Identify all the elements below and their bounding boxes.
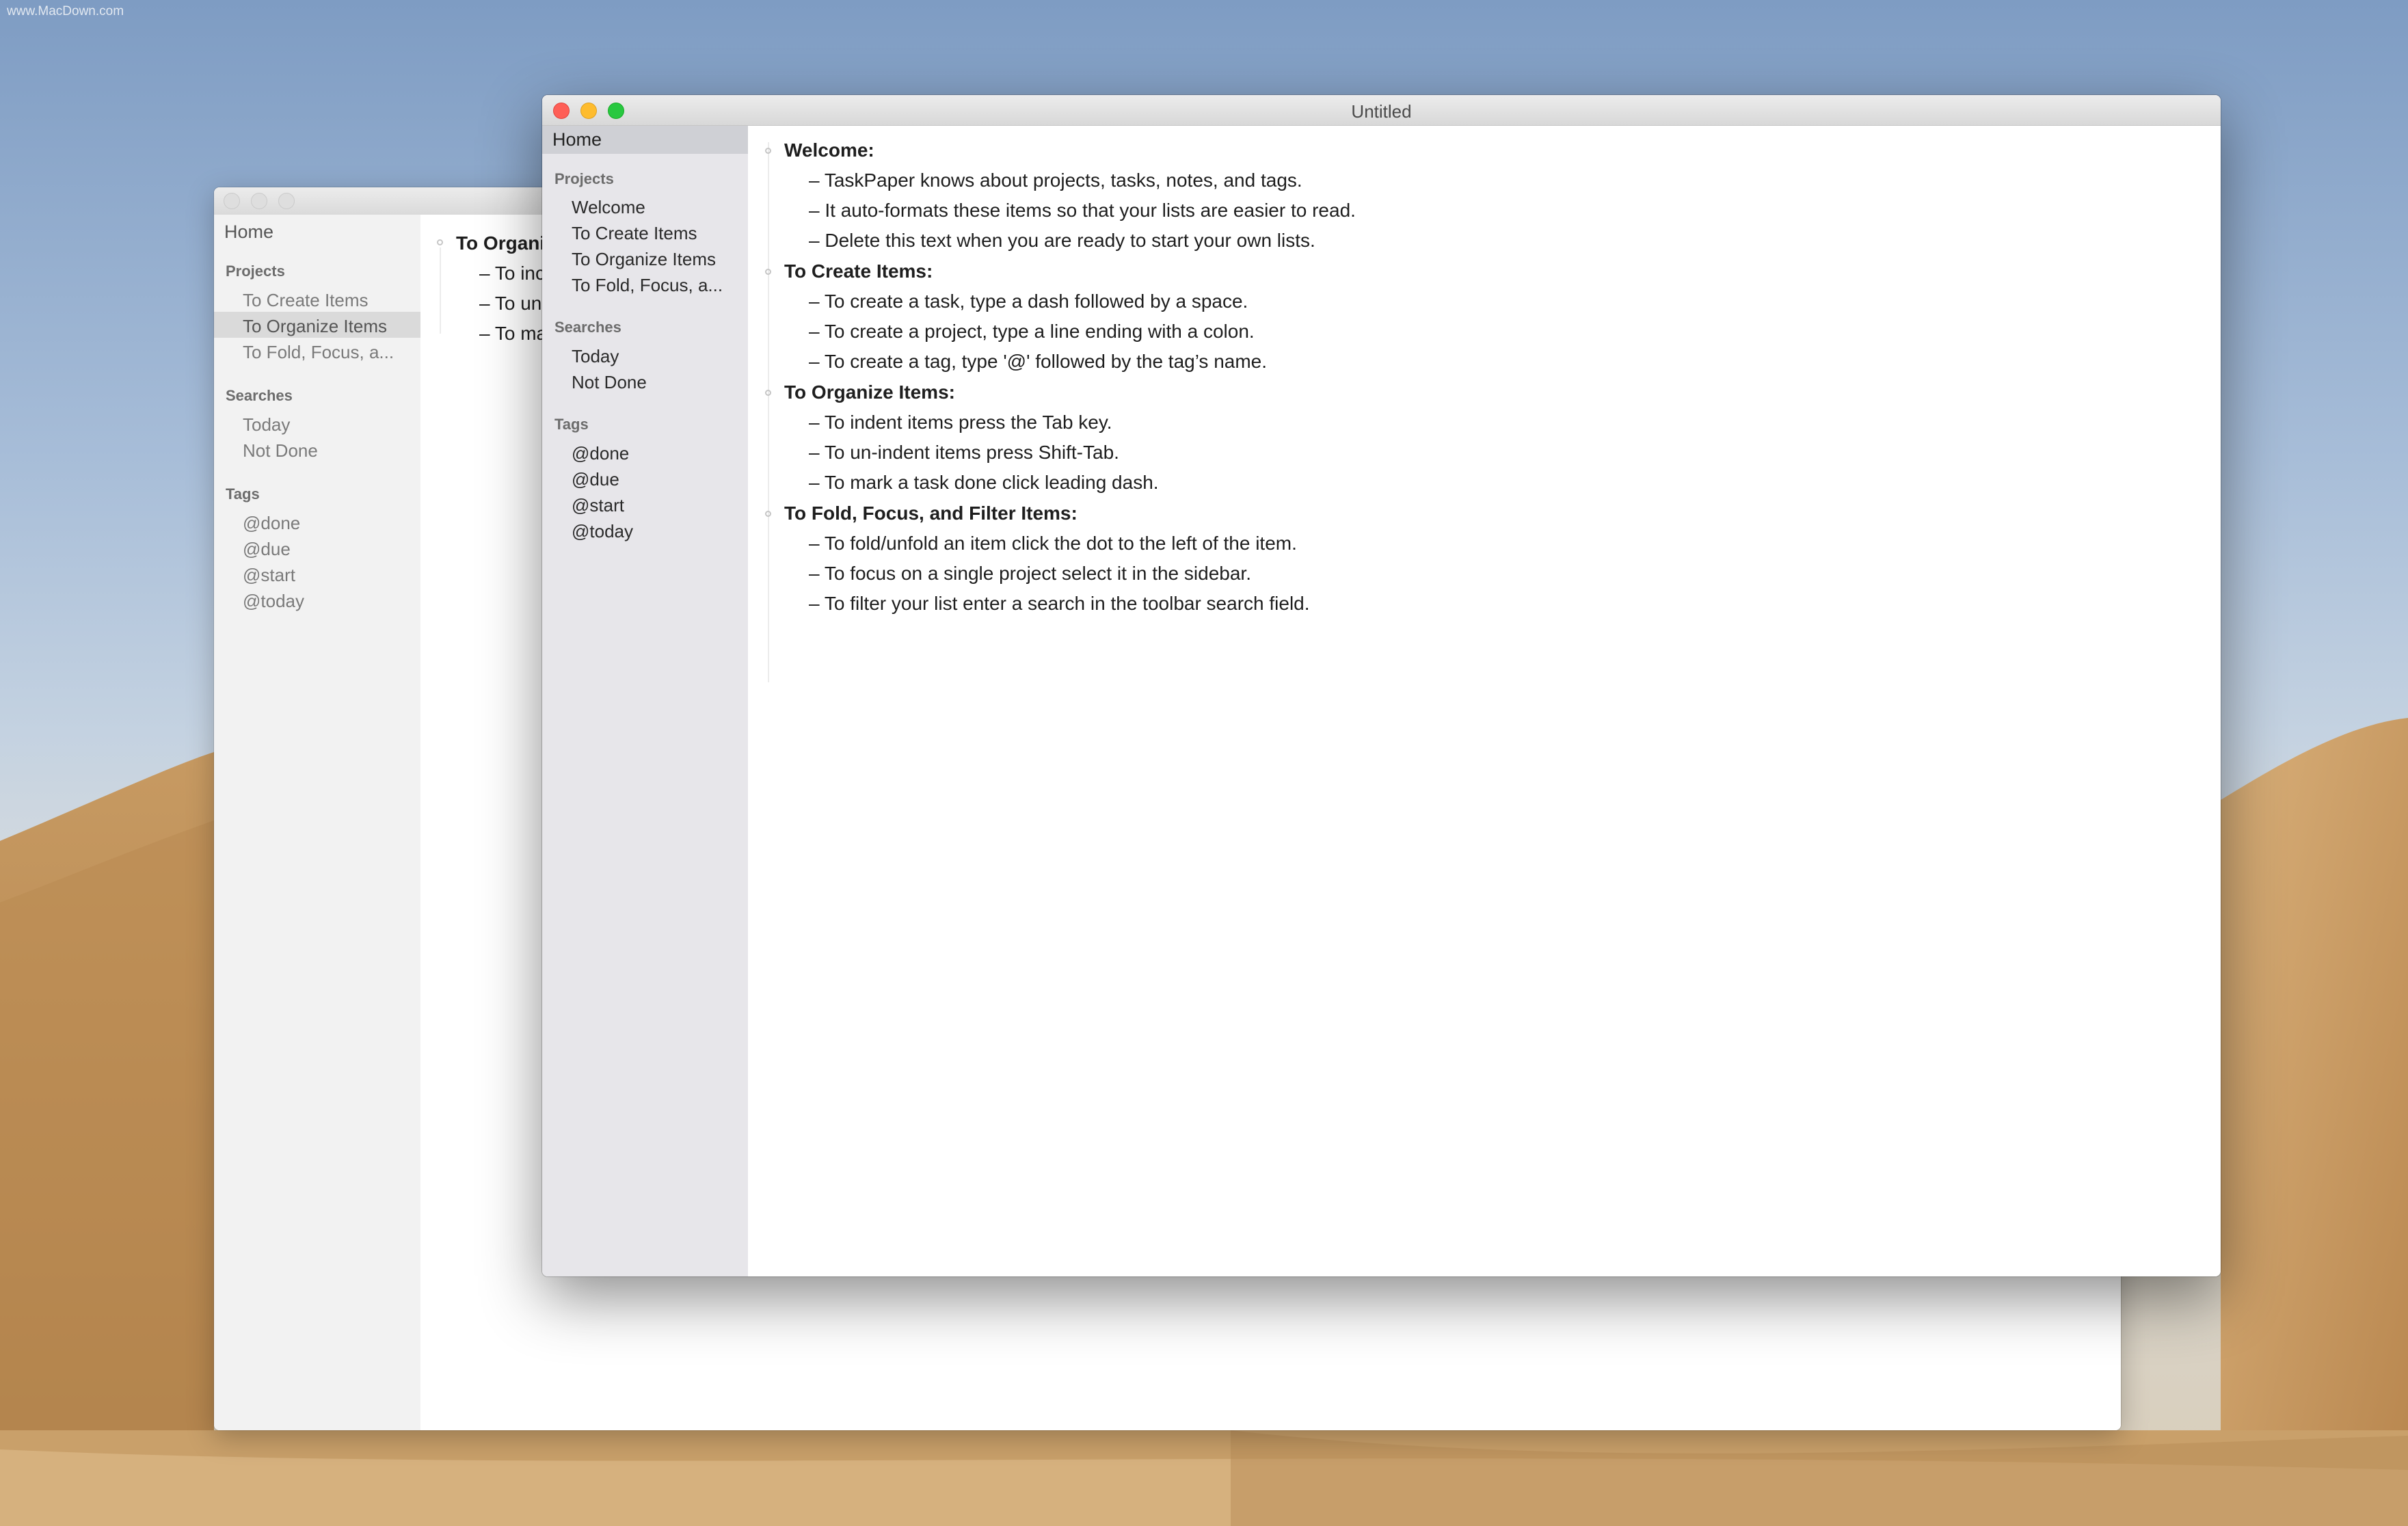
indent-guide — [768, 142, 769, 682]
task-line[interactable]: – TaskPaper knows about projects, tasks,… — [809, 170, 1302, 191]
sidebar-tag-done[interactable]: @done — [243, 513, 300, 534]
watermark-text: www.MacDown.com — [7, 4, 124, 18]
tags-heading: Tags — [554, 416, 589, 433]
task-line[interactable]: – To indent items press the Tab key. — [809, 412, 1112, 433]
back-sidebar: Home Projects To Create Items To Organiz… — [214, 215, 421, 1430]
task-line[interactable]: – To create a tag, type '@' followed by … — [809, 351, 1267, 373]
sidebar-item-organize[interactable]: To Organize Items — [572, 249, 716, 270]
sidebar-item-today[interactable]: Today — [572, 346, 619, 367]
sidebar-item-create[interactable]: To Create Items — [243, 290, 369, 311]
sidebar-item-fold[interactable]: To Fold, Focus, a... — [572, 275, 723, 296]
front-editor[interactable]: Welcome: – TaskPaper knows about project… — [748, 126, 2221, 1276]
sidebar-tag-due[interactable]: @due — [572, 469, 619, 490]
fold-dot-icon[interactable] — [765, 390, 771, 396]
sidebar-tag-today[interactable]: @today — [243, 591, 304, 612]
fold-dot-icon[interactable] — [765, 148, 771, 154]
indent-guide — [440, 247, 441, 334]
task-line[interactable]: – To focus on a single project select it… — [809, 563, 1251, 585]
task-line[interactable]: – To un — [479, 293, 541, 314]
project-welcome[interactable]: Welcome: — [784, 139, 874, 161]
task-line[interactable]: – To ma — [479, 323, 547, 345]
searches-heading: Searches — [554, 319, 621, 336]
task-line[interactable]: – To fold/unfold an item click the dot t… — [809, 533, 1297, 554]
sidebar-item-welcome[interactable]: Welcome — [572, 197, 645, 218]
task-line[interactable]: – To mark a task done click leading dash… — [809, 472, 1159, 494]
sidebar-tag-due[interactable]: @due — [243, 539, 291, 560]
task-line[interactable]: – It auto-formats these items so that yo… — [809, 200, 1356, 222]
fold-dot-icon[interactable] — [765, 269, 771, 275]
sidebar-item-create[interactable]: To Create Items — [572, 223, 697, 244]
projects-heading: Projects — [226, 263, 285, 280]
task-line[interactable]: – To create a task, type a dash followed… — [809, 291, 1248, 312]
front-window[interactable]: Untitled Home Projects Welcome To Create… — [542, 95, 2221, 1276]
sidebar-tag-done[interactable]: @done — [572, 443, 629, 464]
sidebar-item-organize[interactable]: To Organize Items — [243, 316, 387, 337]
fold-dot-icon[interactable] — [765, 511, 771, 517]
project-fold-focus-filter[interactable]: To Fold, Focus, and Filter Items: — [784, 503, 1078, 524]
project-organize-items[interactable]: To Organize Items: — [784, 382, 955, 403]
sidebar-item-fold[interactable]: To Fold, Focus, a... — [243, 342, 394, 363]
sidebar-tag-start[interactable]: @start — [572, 495, 624, 516]
close-button[interactable] — [224, 193, 240, 209]
project-line[interactable]: To Organi — [456, 232, 545, 254]
sidebar-item-not-done[interactable]: Not Done — [243, 440, 318, 461]
minimize-button[interactable] — [251, 193, 267, 209]
tags-heading: Tags — [226, 485, 260, 503]
task-line[interactable]: – To create a project, type a line endin… — [809, 321, 1255, 343]
sidebar-item-today[interactable]: Today — [243, 414, 290, 436]
window-title: Untitled — [1351, 101, 1412, 122]
fold-dot-icon[interactable] — [437, 239, 443, 245]
sidebar-item-not-done[interactable]: Not Done — [572, 372, 647, 393]
searches-heading: Searches — [226, 387, 293, 404]
task-line[interactable]: – To un-indent items press Shift-Tab. — [809, 442, 1119, 464]
front-sidebar: Home Projects Welcome To Create Items To… — [542, 126, 749, 1276]
sidebar-tag-today[interactable]: @today — [572, 521, 633, 542]
task-line[interactable]: – To filter your list enter a search in … — [809, 593, 1310, 615]
task-line[interactable]: – Delete this text when you are ready to… — [809, 230, 1315, 252]
sidebar-tag-start[interactable]: @start — [243, 565, 295, 586]
sidebar-home[interactable]: Home — [224, 222, 273, 243]
sidebar-home[interactable]: Home — [552, 129, 602, 150]
zoom-button[interactable] — [278, 193, 295, 209]
projects-heading: Projects — [554, 170, 614, 187]
project-create-items[interactable]: To Create Items: — [784, 260, 933, 282]
front-window-titlebar[interactable]: Untitled — [542, 95, 2221, 126]
task-line[interactable]: – To inc — [479, 263, 545, 284]
